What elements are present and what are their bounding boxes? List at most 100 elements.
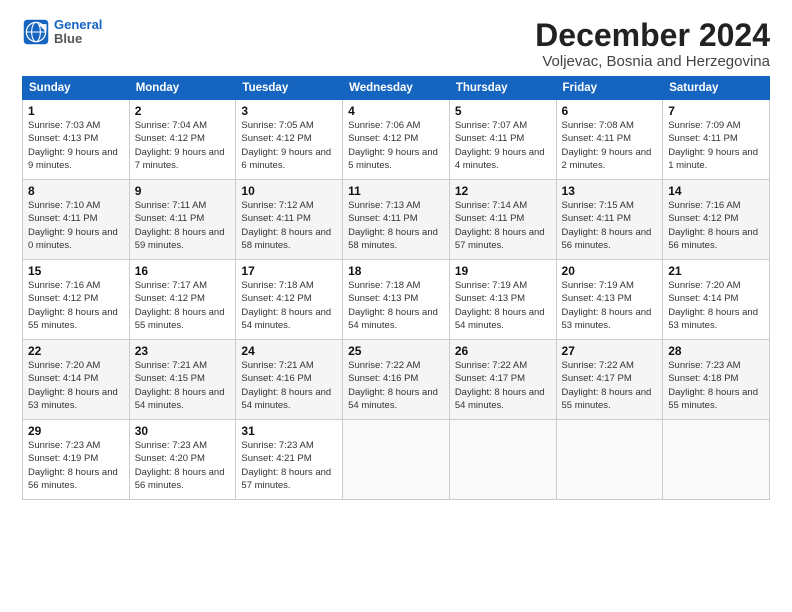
day-number: 5 (455, 104, 551, 118)
title-block: December 2024 Voljevac, Bosnia and Herze… (535, 18, 770, 70)
day-cell: 2 Sunrise: 7:04 AMSunset: 4:12 PMDayligh… (129, 100, 236, 180)
day-cell: 10 Sunrise: 7:12 AMSunset: 4:11 PMDaylig… (236, 180, 343, 260)
day-cell: 23 Sunrise: 7:21 AMSunset: 4:15 PMDaylig… (129, 340, 236, 420)
day-cell: 31 Sunrise: 7:23 AMSunset: 4:21 PMDaylig… (236, 420, 343, 500)
day-detail: Sunrise: 7:09 AMSunset: 4:11 PMDaylight:… (668, 120, 758, 171)
day-detail: Sunrise: 7:04 AMSunset: 4:12 PMDaylight:… (135, 120, 225, 171)
day-number: 29 (28, 424, 124, 438)
day-cell (663, 420, 770, 500)
day-cell: 9 Sunrise: 7:11 AMSunset: 4:11 PMDayligh… (129, 180, 236, 260)
day-detail: Sunrise: 7:18 AMSunset: 4:12 PMDaylight:… (241, 280, 331, 331)
day-detail: Sunrise: 7:11 AMSunset: 4:11 PMDaylight:… (135, 200, 225, 251)
day-detail: Sunrise: 7:21 AMSunset: 4:16 PMDaylight:… (241, 360, 331, 411)
day-detail: Sunrise: 7:18 AMSunset: 4:13 PMDaylight:… (348, 280, 438, 331)
day-number: 30 (135, 424, 231, 438)
day-detail: Sunrise: 7:20 AMSunset: 4:14 PMDaylight:… (668, 280, 758, 331)
day-detail: Sunrise: 7:15 AMSunset: 4:11 PMDaylight:… (562, 200, 652, 251)
day-cell: 28 Sunrise: 7:23 AMSunset: 4:18 PMDaylig… (663, 340, 770, 420)
subtitle: Voljevac, Bosnia and Herzegovina (535, 53, 770, 70)
day-number: 6 (562, 104, 658, 118)
day-number: 23 (135, 344, 231, 358)
day-detail: Sunrise: 7:23 AMSunset: 4:18 PMDaylight:… (668, 360, 758, 411)
day-detail: Sunrise: 7:19 AMSunset: 4:13 PMDaylight:… (562, 280, 652, 331)
day-cell: 20 Sunrise: 7:19 AMSunset: 4:13 PMDaylig… (556, 260, 663, 340)
day-cell: 7 Sunrise: 7:09 AMSunset: 4:11 PMDayligh… (663, 100, 770, 180)
weekday-header-monday: Monday (129, 77, 236, 100)
day-number: 2 (135, 104, 231, 118)
day-number: 14 (668, 184, 764, 198)
week-row-1: 1 Sunrise: 7:03 AMSunset: 4:13 PMDayligh… (23, 100, 770, 180)
day-cell (449, 420, 556, 500)
day-cell: 13 Sunrise: 7:15 AMSunset: 4:11 PMDaylig… (556, 180, 663, 260)
day-cell: 18 Sunrise: 7:18 AMSunset: 4:13 PMDaylig… (343, 260, 450, 340)
day-number: 26 (455, 344, 551, 358)
day-detail: Sunrise: 7:17 AMSunset: 4:12 PMDaylight:… (135, 280, 225, 331)
day-cell: 16 Sunrise: 7:17 AMSunset: 4:12 PMDaylig… (129, 260, 236, 340)
day-cell (343, 420, 450, 500)
day-number: 11 (348, 184, 444, 198)
day-cell: 30 Sunrise: 7:23 AMSunset: 4:20 PMDaylig… (129, 420, 236, 500)
day-detail: Sunrise: 7:20 AMSunset: 4:14 PMDaylight:… (28, 360, 118, 411)
day-number: 7 (668, 104, 764, 118)
day-number: 24 (241, 344, 337, 358)
day-detail: Sunrise: 7:16 AMSunset: 4:12 PMDaylight:… (668, 200, 758, 251)
week-row-2: 8 Sunrise: 7:10 AMSunset: 4:11 PMDayligh… (23, 180, 770, 260)
day-number: 25 (348, 344, 444, 358)
day-number: 22 (28, 344, 124, 358)
day-number: 13 (562, 184, 658, 198)
day-detail: Sunrise: 7:07 AMSunset: 4:11 PMDaylight:… (455, 120, 545, 171)
day-detail: Sunrise: 7:22 AMSunset: 4:16 PMDaylight:… (348, 360, 438, 411)
day-cell: 12 Sunrise: 7:14 AMSunset: 4:11 PMDaylig… (449, 180, 556, 260)
day-number: 17 (241, 264, 337, 278)
day-number: 27 (562, 344, 658, 358)
day-cell: 15 Sunrise: 7:16 AMSunset: 4:12 PMDaylig… (23, 260, 130, 340)
day-cell: 5 Sunrise: 7:07 AMSunset: 4:11 PMDayligh… (449, 100, 556, 180)
calendar-body: 1 Sunrise: 7:03 AMSunset: 4:13 PMDayligh… (23, 100, 770, 500)
day-detail: Sunrise: 7:19 AMSunset: 4:13 PMDaylight:… (455, 280, 545, 331)
weekday-header-row: SundayMondayTuesdayWednesdayThursdayFrid… (23, 77, 770, 100)
day-cell: 6 Sunrise: 7:08 AMSunset: 4:11 PMDayligh… (556, 100, 663, 180)
week-row-3: 15 Sunrise: 7:16 AMSunset: 4:12 PMDaylig… (23, 260, 770, 340)
day-detail: Sunrise: 7:22 AMSunset: 4:17 PMDaylight:… (455, 360, 545, 411)
day-cell: 27 Sunrise: 7:22 AMSunset: 4:17 PMDaylig… (556, 340, 663, 420)
day-detail: Sunrise: 7:21 AMSunset: 4:15 PMDaylight:… (135, 360, 225, 411)
calendar-table: SundayMondayTuesdayWednesdayThursdayFrid… (22, 76, 770, 500)
day-cell: 21 Sunrise: 7:20 AMSunset: 4:14 PMDaylig… (663, 260, 770, 340)
day-cell: 26 Sunrise: 7:22 AMSunset: 4:17 PMDaylig… (449, 340, 556, 420)
weekday-header-tuesday: Tuesday (236, 77, 343, 100)
day-detail: Sunrise: 7:10 AMSunset: 4:11 PMDaylight:… (28, 200, 118, 251)
day-cell: 1 Sunrise: 7:03 AMSunset: 4:13 PMDayligh… (23, 100, 130, 180)
day-detail: Sunrise: 7:23 AMSunset: 4:19 PMDaylight:… (28, 440, 118, 491)
day-detail: Sunrise: 7:16 AMSunset: 4:12 PMDaylight:… (28, 280, 118, 331)
week-row-4: 22 Sunrise: 7:20 AMSunset: 4:14 PMDaylig… (23, 340, 770, 420)
day-number: 10 (241, 184, 337, 198)
weekday-header-friday: Friday (556, 77, 663, 100)
day-cell: 8 Sunrise: 7:10 AMSunset: 4:11 PMDayligh… (23, 180, 130, 260)
day-number: 28 (668, 344, 764, 358)
day-detail: Sunrise: 7:03 AMSunset: 4:13 PMDaylight:… (28, 120, 118, 171)
day-number: 8 (28, 184, 124, 198)
day-detail: Sunrise: 7:12 AMSunset: 4:11 PMDaylight:… (241, 200, 331, 251)
day-detail: Sunrise: 7:05 AMSunset: 4:12 PMDaylight:… (241, 120, 331, 171)
main-title: December 2024 (535, 18, 770, 53)
day-detail: Sunrise: 7:22 AMSunset: 4:17 PMDaylight:… (562, 360, 652, 411)
day-cell: 24 Sunrise: 7:21 AMSunset: 4:16 PMDaylig… (236, 340, 343, 420)
day-cell: 25 Sunrise: 7:22 AMSunset: 4:16 PMDaylig… (343, 340, 450, 420)
day-cell: 29 Sunrise: 7:23 AMSunset: 4:19 PMDaylig… (23, 420, 130, 500)
day-number: 16 (135, 264, 231, 278)
weekday-header-thursday: Thursday (449, 77, 556, 100)
weekday-header-saturday: Saturday (663, 77, 770, 100)
day-detail: Sunrise: 7:08 AMSunset: 4:11 PMDaylight:… (562, 120, 652, 171)
day-number: 12 (455, 184, 551, 198)
day-number: 20 (562, 264, 658, 278)
day-detail: Sunrise: 7:23 AMSunset: 4:20 PMDaylight:… (135, 440, 225, 491)
day-number: 18 (348, 264, 444, 278)
day-cell: 14 Sunrise: 7:16 AMSunset: 4:12 PMDaylig… (663, 180, 770, 260)
day-number: 21 (668, 264, 764, 278)
day-detail: Sunrise: 7:06 AMSunset: 4:12 PMDaylight:… (348, 120, 438, 171)
page: General Blue December 2024 Voljevac, Bos… (0, 0, 792, 612)
day-cell: 4 Sunrise: 7:06 AMSunset: 4:12 PMDayligh… (343, 100, 450, 180)
header: General Blue December 2024 Voljevac, Bos… (22, 18, 770, 70)
day-number: 1 (28, 104, 124, 118)
day-number: 3 (241, 104, 337, 118)
